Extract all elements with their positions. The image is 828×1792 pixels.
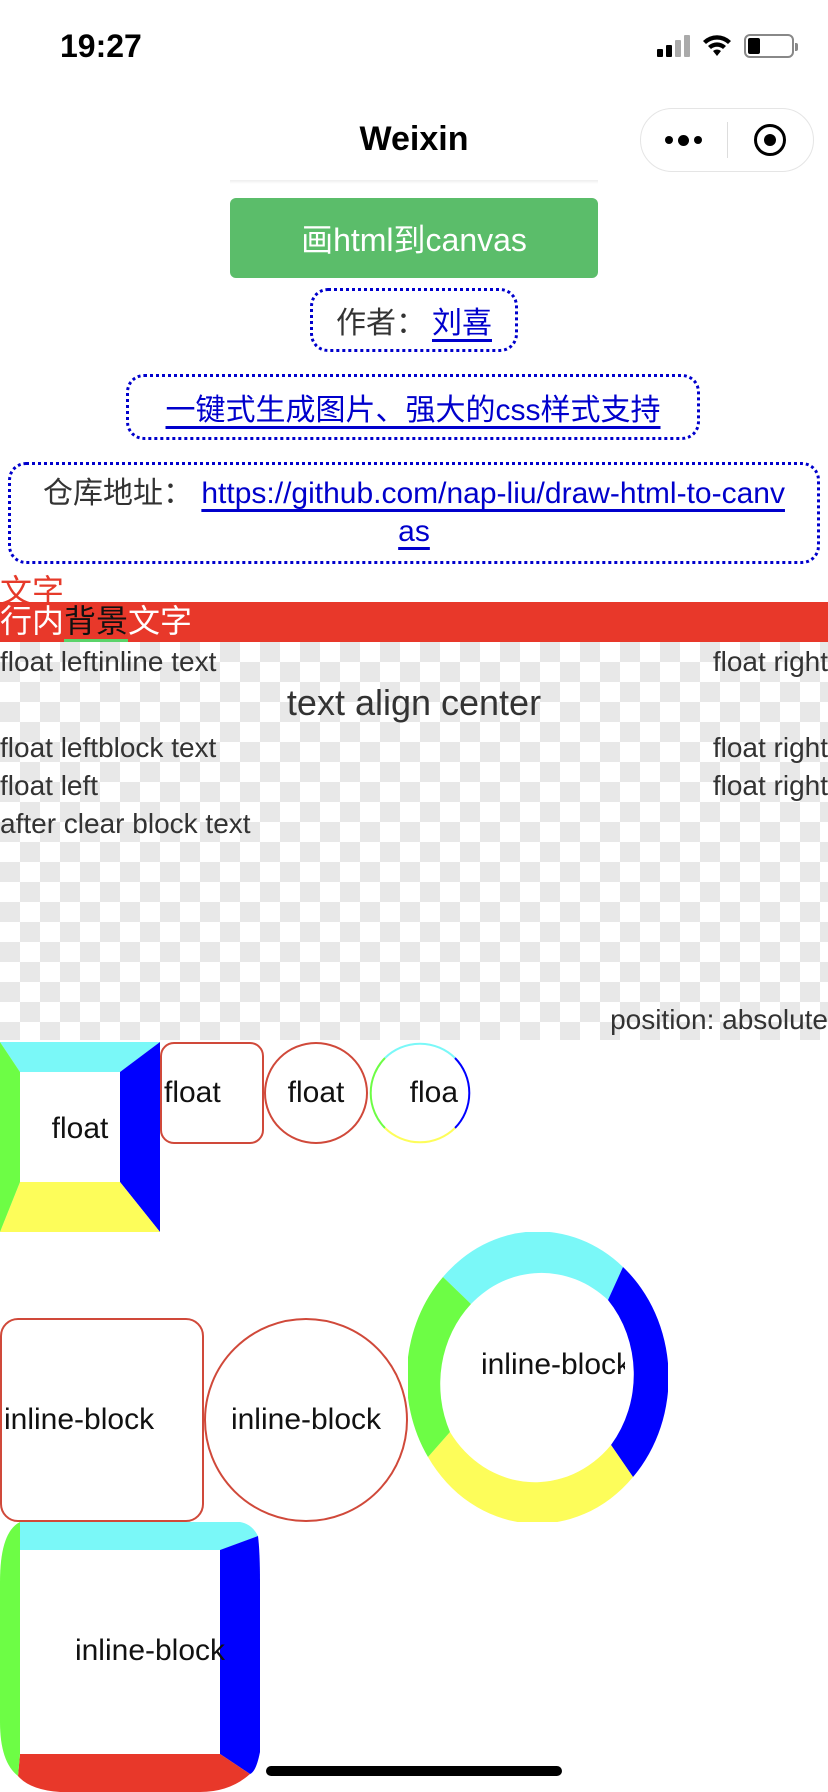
float-label-2: float	[164, 1076, 221, 1109]
repo-text: 仓库地址： https://github.com/nap-liu/draw-ht…	[35, 475, 793, 551]
feature-box: 一键式生成图片、强大的css样式支持	[126, 374, 700, 440]
float-right-text-3: float right	[712, 770, 828, 801]
more-dots-icon	[665, 134, 703, 146]
float-bordered-box: float	[0, 1042, 160, 1232]
float-rounded-box: float	[160, 1042, 264, 1144]
float-left-text-2: float leftblock text	[0, 732, 217, 763]
more-button[interactable]	[641, 109, 727, 171]
close-program-button[interactable]	[728, 109, 814, 171]
draw-html-to-canvas-button[interactable]: 画html到canvas	[230, 198, 598, 278]
float-label-3: float	[287, 1076, 345, 1109]
target-icon	[754, 124, 787, 156]
author-box: 作者： 刘喜	[310, 288, 518, 352]
repo-link[interactable]: https://github.com/nap-liu/draw-html-to-…	[201, 477, 785, 548]
absolute-position-text: position: absolute	[610, 1004, 828, 1035]
inline-block-circle: inline-block	[204, 1318, 408, 1522]
float-label-1: float	[51, 1112, 109, 1145]
float-multicolor-circle: float	[368, 1042, 472, 1144]
checkered-layout-area: float leftinline text float right text a…	[0, 642, 828, 1040]
center-text: text align center	[286, 682, 542, 723]
inline-block-rounded-box: inline-block	[0, 1318, 204, 1522]
after-clear-text: after clear block text	[0, 808, 251, 839]
inline-block-label-1: inline-block	[4, 1403, 155, 1436]
status-icons	[657, 34, 798, 58]
inline-block-label-2: inline-block	[230, 1403, 382, 1436]
wifi-icon	[703, 35, 731, 56]
float-right-text-1: float right	[712, 646, 828, 677]
scroll-shadow	[230, 180, 598, 184]
inline-bg-word: 背景	[64, 603, 129, 642]
signal-icon	[657, 35, 690, 57]
mini-program-capsule	[640, 108, 814, 172]
author-label: 作者：	[336, 307, 426, 340]
inline-block-bordered-box: inline-block	[0, 1522, 260, 1792]
author-link[interactable]: 刘喜	[432, 298, 492, 342]
float-right-text-2: float right	[712, 732, 828, 763]
status-time: 19:27	[60, 28, 142, 64]
inline-block-multicolor-ring: inline-block	[408, 1232, 668, 1522]
float-label-4: float	[409, 1076, 467, 1109]
inline-block-label-4: inline-block	[74, 1634, 226, 1667]
inline-block-label-3: inline-block	[480, 1348, 632, 1381]
inline-suffix: 文字	[128, 603, 193, 639]
float-left-text-3: float left	[0, 770, 99, 801]
repo-label: 仓库地址：	[43, 477, 194, 510]
status-bar: 19:27	[0, 0, 828, 100]
inline-prefix: 行内	[0, 603, 65, 639]
nav-bar: Weixin	[0, 100, 828, 180]
battery-icon	[744, 34, 798, 58]
repo-box: 仓库地址： https://github.com/nap-liu/draw-ht…	[8, 462, 820, 564]
home-indicator	[266, 1766, 562, 1776]
feature-link[interactable]: 一键式生成图片、强大的css样式支持	[166, 385, 661, 429]
float-circle: float	[264, 1042, 368, 1144]
float-left-text-1: float leftinline text	[0, 646, 217, 677]
inline-background-band: 行内背景文字	[0, 602, 828, 642]
